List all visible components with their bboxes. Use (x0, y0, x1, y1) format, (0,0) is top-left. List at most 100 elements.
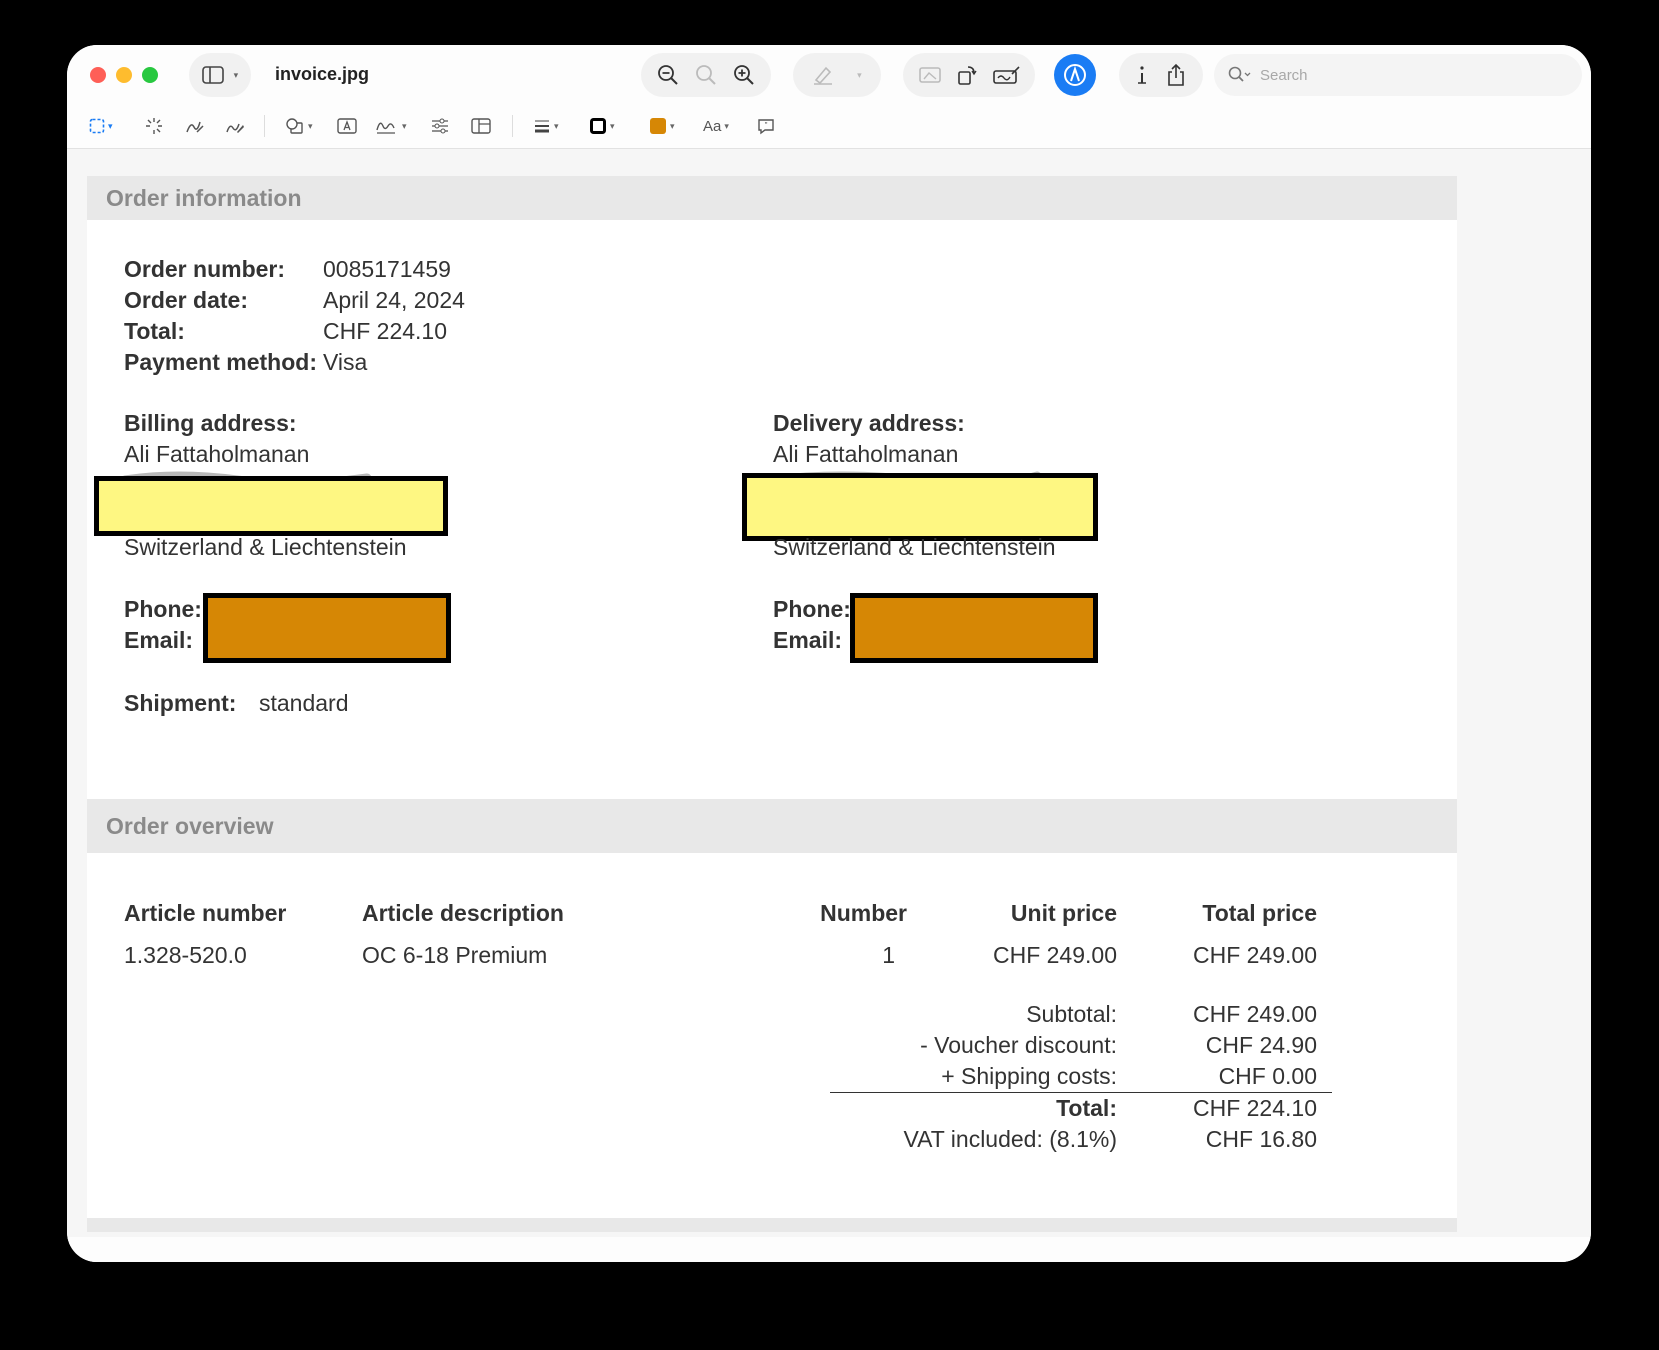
highlight-controls: ▾ (793, 53, 881, 97)
delivery-phone-label: Phone: (773, 596, 851, 622)
document-viewport: Order information Order number: 00851714… (67, 150, 1591, 1262)
title-bar: ▾ invoice.jpg ▾ (67, 45, 1591, 103)
adjust-size-tool[interactable] (471, 115, 491, 137)
draw-tool[interactable] (225, 115, 245, 137)
shipping-value: CHF 0.00 (1218, 1063, 1317, 1089)
row-number: 1 (882, 942, 895, 968)
zoom-in-icon[interactable] (733, 64, 755, 86)
preview-window: ▾ invoice.jpg ▾ Search ▾ ▾ ▾ ▾ ▾ ▾ Aa ▾ … (67, 45, 1591, 1262)
row-article-description: OC 6-18 Premium (362, 942, 548, 968)
search-field[interactable] (1214, 54, 1582, 96)
annotate-tool[interactable]: " (757, 115, 775, 137)
sketch-icon (185, 117, 205, 135)
grand-total-value: CHF 224.10 (1192, 1095, 1317, 1121)
minimize-window-button[interactable] (116, 67, 132, 83)
col-number: Number (820, 900, 907, 926)
billing-address-label: Billing address: (124, 410, 297, 436)
line-style-tool[interactable]: ▾ (533, 115, 559, 137)
close-window-button[interactable] (90, 67, 106, 83)
delivery-name: Ali Fattaholmanan (773, 441, 959, 467)
delivery-country: Switzerland & Liechtenstein (773, 534, 1056, 560)
rect-selection-icon (89, 118, 105, 134)
shipping-label: + Shipping costs: (941, 1063, 1117, 1089)
chevron-down-icon: ▾ (670, 120, 675, 131)
draw-icon (225, 117, 245, 135)
billing-contact-redaction[interactable] (203, 593, 451, 663)
order-total-value: CHF 224.10 (323, 318, 448, 344)
signature-icon (375, 117, 399, 135)
vat-value: CHF 16.80 (1205, 1126, 1317, 1152)
edit-controls (903, 53, 1035, 97)
shipment-value: standard (259, 690, 349, 716)
vat-label: VAT included: (8.1%) (903, 1126, 1118, 1152)
delivery-address-redaction[interactable] (742, 473, 1098, 541)
row-article-number: 1.328-520.0 (124, 942, 247, 968)
highlight-chevron-icon[interactable]: ▾ (857, 70, 862, 81)
order-date-value: April 24, 2024 (323, 287, 465, 313)
sidebar-toggle-button[interactable]: ▾ (189, 53, 251, 97)
payment-method-value: Visa (323, 349, 368, 375)
text-tool[interactable] (337, 115, 357, 137)
selection-tool[interactable]: ▾ (89, 115, 113, 137)
delivery-contact-redaction[interactable] (850, 593, 1098, 663)
delivery-address-label: Delivery address: (773, 410, 965, 436)
order-date-label: Order date: (124, 287, 248, 313)
sketch-tool[interactable] (185, 115, 205, 137)
voucher-label: - Voucher discount: (920, 1032, 1117, 1058)
subtotal-value: CHF 249.00 (1192, 1001, 1317, 1027)
border-color-icon (589, 117, 607, 135)
fill-color-tool[interactable]: ▾ (649, 115, 675, 137)
search-input[interactable] (1260, 66, 1560, 84)
zoom-window-button[interactable] (142, 67, 158, 83)
col-unit-price: Unit price (1010, 900, 1117, 926)
billing-address-redaction[interactable] (94, 476, 448, 536)
page-footer-band (87, 1218, 1457, 1232)
resize-icon (471, 117, 491, 135)
svg-text:": " (765, 121, 768, 130)
col-total-price: Total price (1202, 900, 1317, 926)
sidebar-icon (202, 66, 224, 84)
billing-email-label: Email: (124, 627, 194, 653)
rotate-icon[interactable] (956, 64, 978, 86)
order-information-heading: Order information (87, 176, 1457, 220)
order-overview-heading: Order overview (87, 799, 1457, 853)
chevron-down-icon: ▾ (554, 120, 559, 131)
chevron-down-icon: ▾ (724, 120, 729, 131)
zoom-out-icon[interactable] (657, 64, 679, 86)
adjust-color-tool[interactable] (431, 115, 449, 137)
order-total-label: Total: (124, 318, 185, 344)
highlight-pen-icon[interactable] (812, 64, 834, 86)
text-style-label: Aa (703, 117, 722, 135)
zoom-controls (641, 53, 771, 97)
info-icon[interactable] (1136, 64, 1148, 86)
markup-icon (1062, 62, 1088, 88)
toolbar-divider (512, 115, 513, 137)
grand-total-label: Total: (1056, 1095, 1117, 1121)
share-icon[interactable] (1166, 63, 1186, 87)
invoice-page: Order information Order number: 00851714… (87, 176, 1457, 1232)
order-number-label: Order number: (124, 256, 286, 282)
chevron-down-icon: ▾ (233, 69, 239, 80)
col-article-number: Article number (124, 900, 287, 926)
billing-country: Switzerland & Liechtenstein (124, 534, 407, 560)
col-article-description: Article description (362, 900, 564, 926)
shipment-label: Shipment: (124, 690, 237, 716)
actual-size-icon[interactable] (695, 64, 717, 86)
search-icon (1228, 66, 1252, 84)
signature-tool[interactable]: ▾ (375, 115, 407, 137)
billing-name: Ali Fattaholmanan (124, 441, 310, 467)
sign-icon[interactable] (992, 64, 1020, 86)
row-total-price: CHF 249.00 (1192, 942, 1317, 968)
markup-toggle-button[interactable] (1054, 54, 1096, 96)
speech-bubble-icon: " (757, 117, 775, 135)
text-style-tool[interactable]: Aa ▾ (703, 115, 729, 137)
sliders-icon (431, 117, 449, 135)
shapes-tool[interactable]: ▾ (285, 115, 313, 137)
shapes-icon (285, 117, 305, 135)
chevron-down-icon: ▾ (402, 120, 407, 131)
summary-divider (830, 1092, 1332, 1093)
crop-icon[interactable] (918, 64, 942, 86)
border-color-tool[interactable]: ▾ (589, 115, 615, 137)
instant-alpha-tool[interactable] (145, 115, 163, 137)
window-bottom-edge (67, 1237, 1591, 1262)
